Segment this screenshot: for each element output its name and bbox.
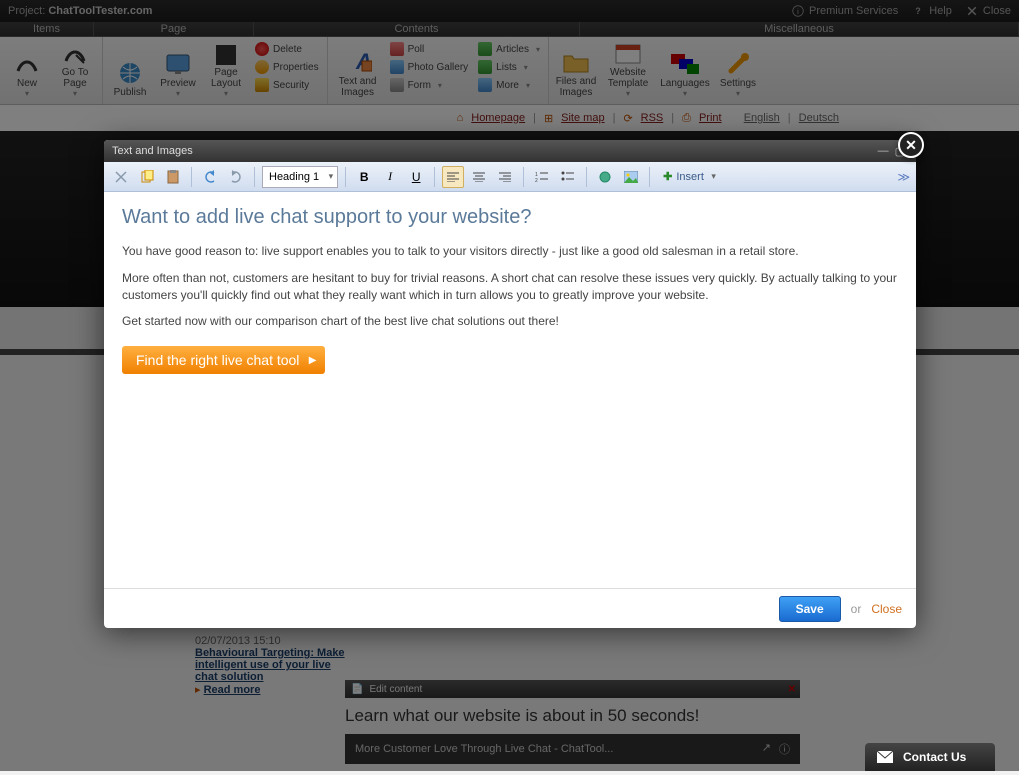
or-label: or <box>851 602 862 616</box>
modal-title-bar[interactable]: Text and Images — ▢ <box>104 140 916 162</box>
ul-icon <box>561 171 575 183</box>
link-button[interactable] <box>594 166 616 188</box>
insert-label: Insert <box>676 171 704 183</box>
modal-close-button[interactable]: ✕ <box>898 132 924 158</box>
paste-icon <box>166 170 180 184</box>
bold-button[interactable]: B <box>353 166 375 188</box>
undo-icon <box>203 170 217 184</box>
content-p3: Get started now with our comparison char… <box>122 313 898 330</box>
image-button[interactable] <box>620 166 642 188</box>
paste-button[interactable] <box>162 166 184 188</box>
svg-text:2: 2 <box>535 178 538 183</box>
italic-button[interactable]: I <box>379 166 401 188</box>
copy-icon <box>140 170 154 184</box>
align-center-button[interactable] <box>468 166 490 188</box>
mail-icon <box>877 751 893 763</box>
unordered-list-button[interactable] <box>557 166 579 188</box>
content-p2: More often than not, customers are hesit… <box>122 270 898 304</box>
redo-icon <box>229 170 243 184</box>
editor-content[interactable]: Want to add live chat support to your we… <box>104 192 916 576</box>
ordered-list-button[interactable]: 12 <box>531 166 553 188</box>
ol-icon: 12 <box>535 171 549 183</box>
text-images-modal: Text and Images — ▢ ✕ Heading 1 B I U 12… <box>104 140 916 628</box>
plus-icon: ✚ <box>663 170 672 183</box>
cut-button[interactable] <box>110 166 132 188</box>
link-icon <box>598 170 612 184</box>
align-center-icon <box>473 172 485 182</box>
style-select[interactable]: Heading 1 <box>262 166 338 188</box>
modal-footer: Save or Close <box>104 588 916 628</box>
align-left-icon <box>447 172 459 182</box>
contact-us-tab[interactable]: Contact Us <box>865 743 995 771</box>
editor-toolbar: Heading 1 B I U 12 ✚ Insert ≫ <box>104 162 916 192</box>
redo-button[interactable] <box>225 166 247 188</box>
modal-title: Text and Images <box>112 145 193 157</box>
cut-icon <box>114 170 128 184</box>
toolbar-expand-button[interactable]: ≫ <box>897 170 910 184</box>
content-heading: Want to add live chat support to your we… <box>122 206 898 229</box>
contact-label: Contact Us <box>903 750 966 764</box>
underline-button[interactable]: U <box>405 166 427 188</box>
image-icon <box>624 171 638 183</box>
copy-button[interactable] <box>136 166 158 188</box>
save-button[interactable]: Save <box>779 596 841 622</box>
align-right-icon <box>499 172 511 182</box>
close-link[interactable]: Close <box>871 602 902 616</box>
style-select-value: Heading 1 <box>269 171 319 183</box>
align-right-button[interactable] <box>494 166 516 188</box>
minimize-icon[interactable]: — <box>875 145 892 157</box>
align-left-button[interactable] <box>442 166 464 188</box>
content-p1: You have good reason to: live support en… <box>122 243 898 260</box>
cta-button[interactable]: Find the right live chat tool <box>122 346 325 374</box>
undo-button[interactable] <box>199 166 221 188</box>
insert-button[interactable]: ✚ Insert <box>657 166 718 188</box>
cta-label: Find the right live chat tool <box>136 352 299 368</box>
